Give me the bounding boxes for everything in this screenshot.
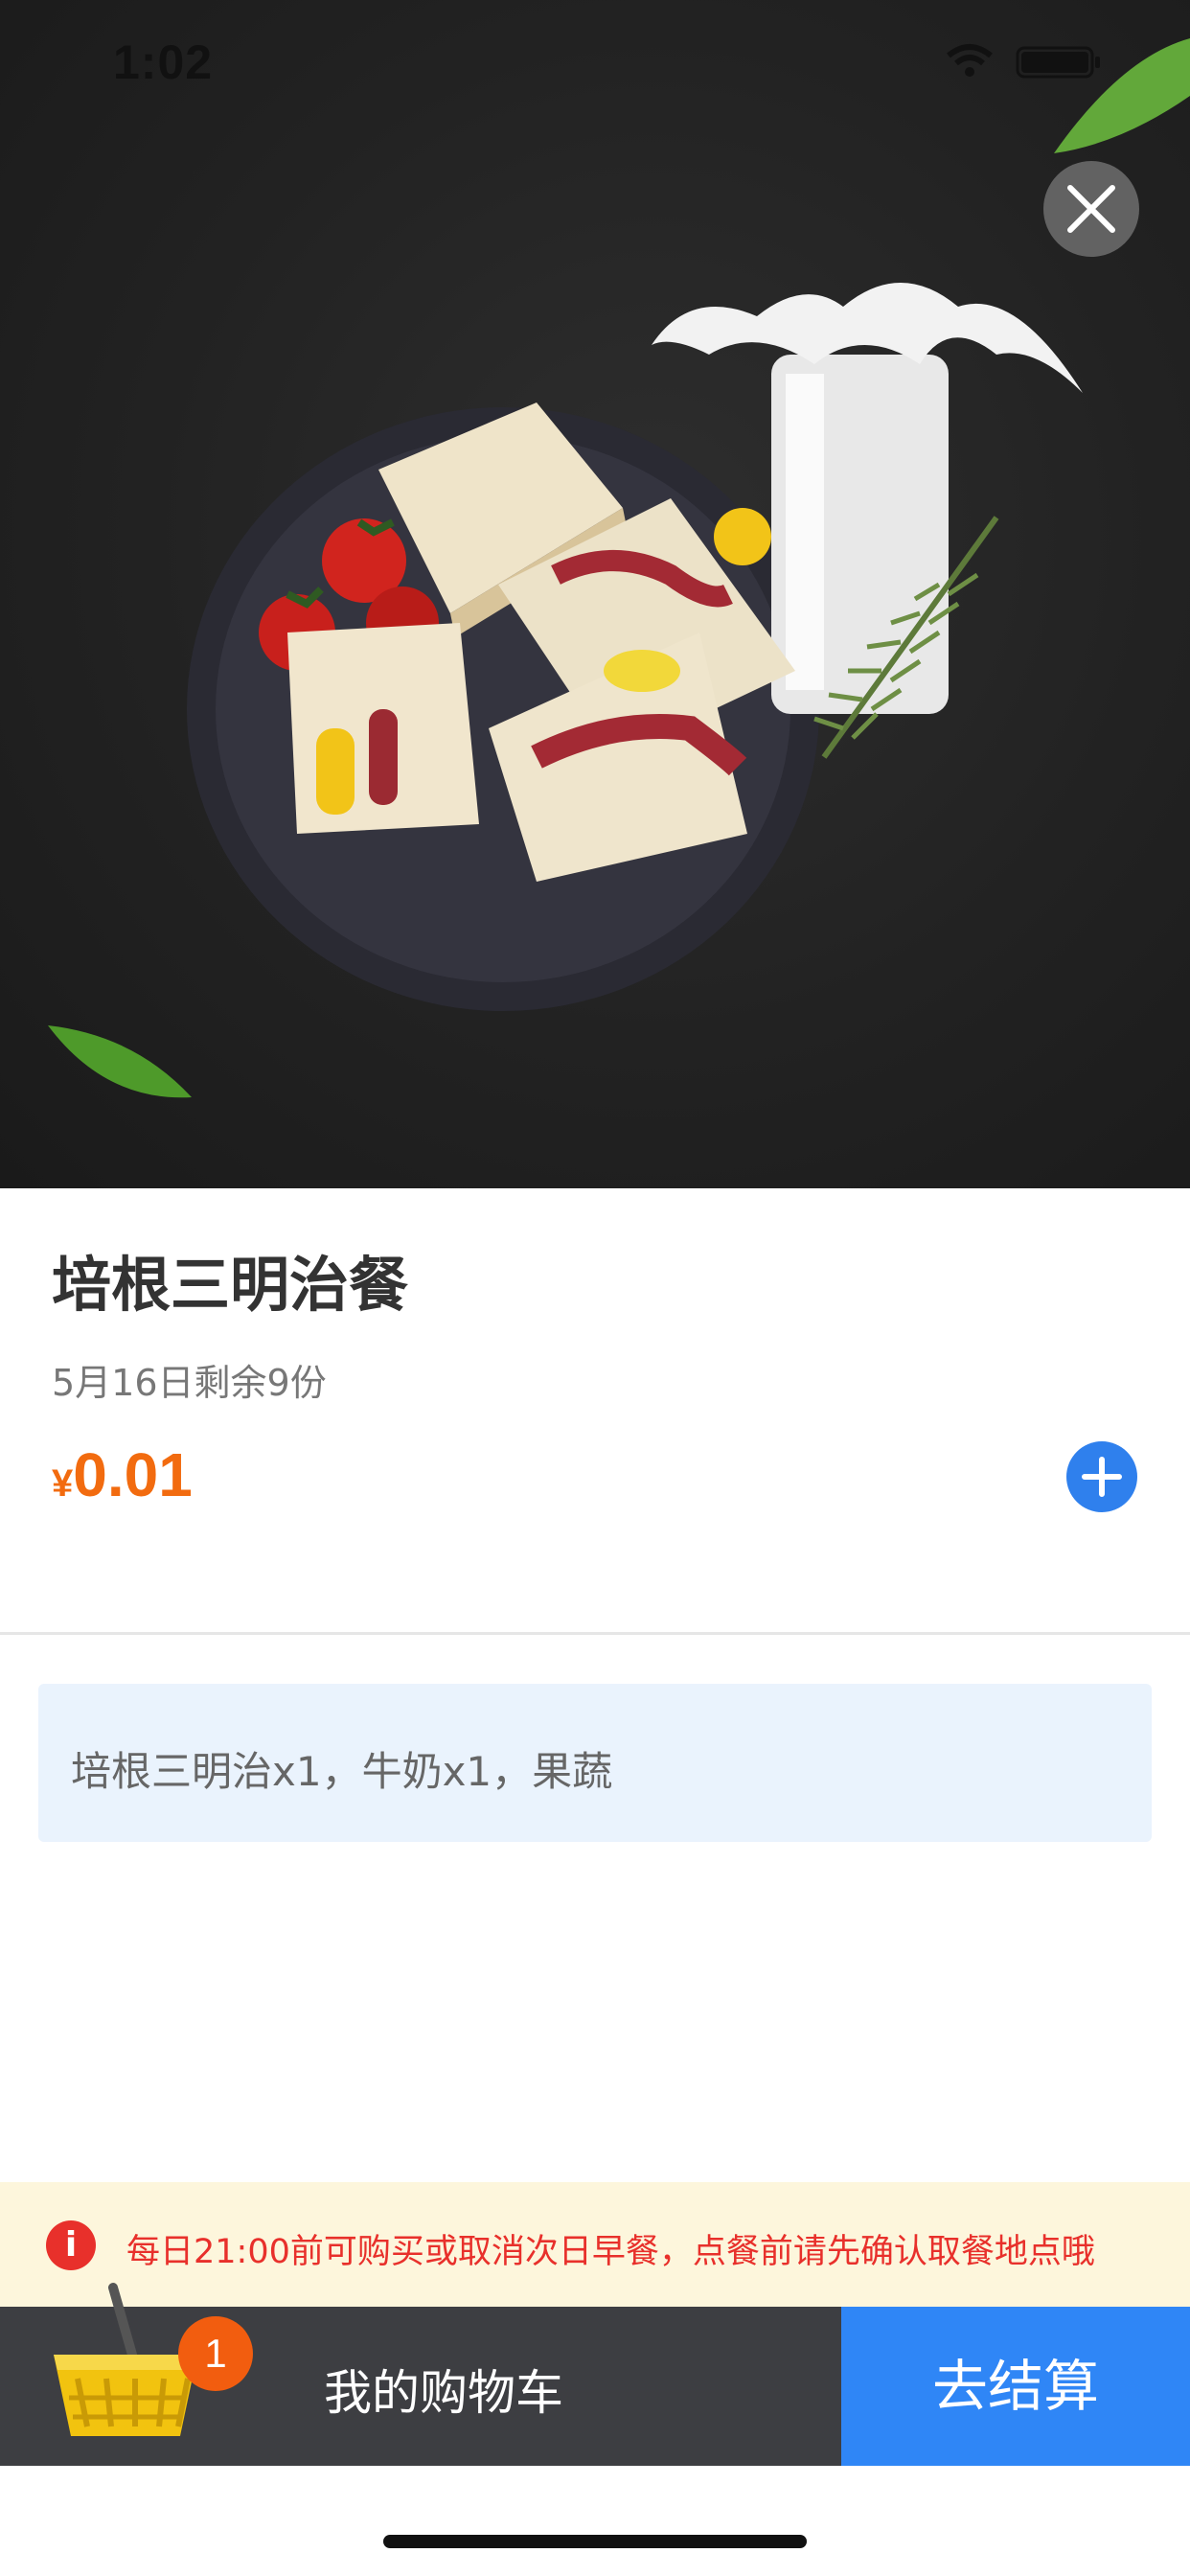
close-button[interactable] — [1043, 161, 1139, 257]
product-image: 1:02 — [0, 0, 1190, 1188]
wifi-icon — [947, 44, 993, 77]
close-icon — [1067, 185, 1115, 233]
checkout-button[interactable]: 去结算 — [841, 2307, 1190, 2466]
sandwich-meal-illustration — [48, 38, 1190, 1098]
status-time: 1:02 — [113, 35, 214, 89]
product-description: 培根三明治x1，牛奶x1，果蔬 — [38, 1684, 1152, 1842]
plus-icon — [1082, 1457, 1122, 1497]
status-bar: 1:02 — [0, 0, 1190, 125]
home-indicator[interactable] — [383, 2535, 807, 2548]
price-currency: ¥ — [52, 1462, 74, 1505]
status-icons — [947, 44, 1100, 79]
product-stock: 5月16日剩余9份 — [52, 1362, 327, 1404]
product-title: 培根三明治餐 — [52, 1250, 409, 1320]
add-to-cart-button[interactable] — [1066, 1441, 1137, 1512]
section-divider — [0, 1632, 1190, 1635]
product-info: 培根三明治餐 5月16日剩余9份 ¥0.01 — [0, 1188, 1190, 1632]
cart-label[interactable]: 我的购物车 — [324, 2355, 563, 2424]
price-amount: 0.01 — [73, 1440, 193, 1509]
product-detail-screen: 1:02 培根三明治餐 5月16日剩余9份 ¥0.01 培根三明治x1，牛奶x1… — [0, 0, 1190, 2576]
notice-text: 每日21:00前可购买或取消次日早餐，点餐前请先确认取餐地点哦 — [126, 2233, 1095, 2271]
battery-icon — [1016, 46, 1100, 79]
info-icon: i — [46, 2220, 96, 2270]
cart-count-badge: 1 — [178, 2316, 253, 2391]
cart-bar: 1 我的购物车 去结算 — [0, 2283, 1190, 2466]
product-price: ¥0.01 — [52, 1439, 193, 1510]
description-text: 培根三明治x1，牛奶x1，果蔬 — [71, 1748, 613, 1795]
